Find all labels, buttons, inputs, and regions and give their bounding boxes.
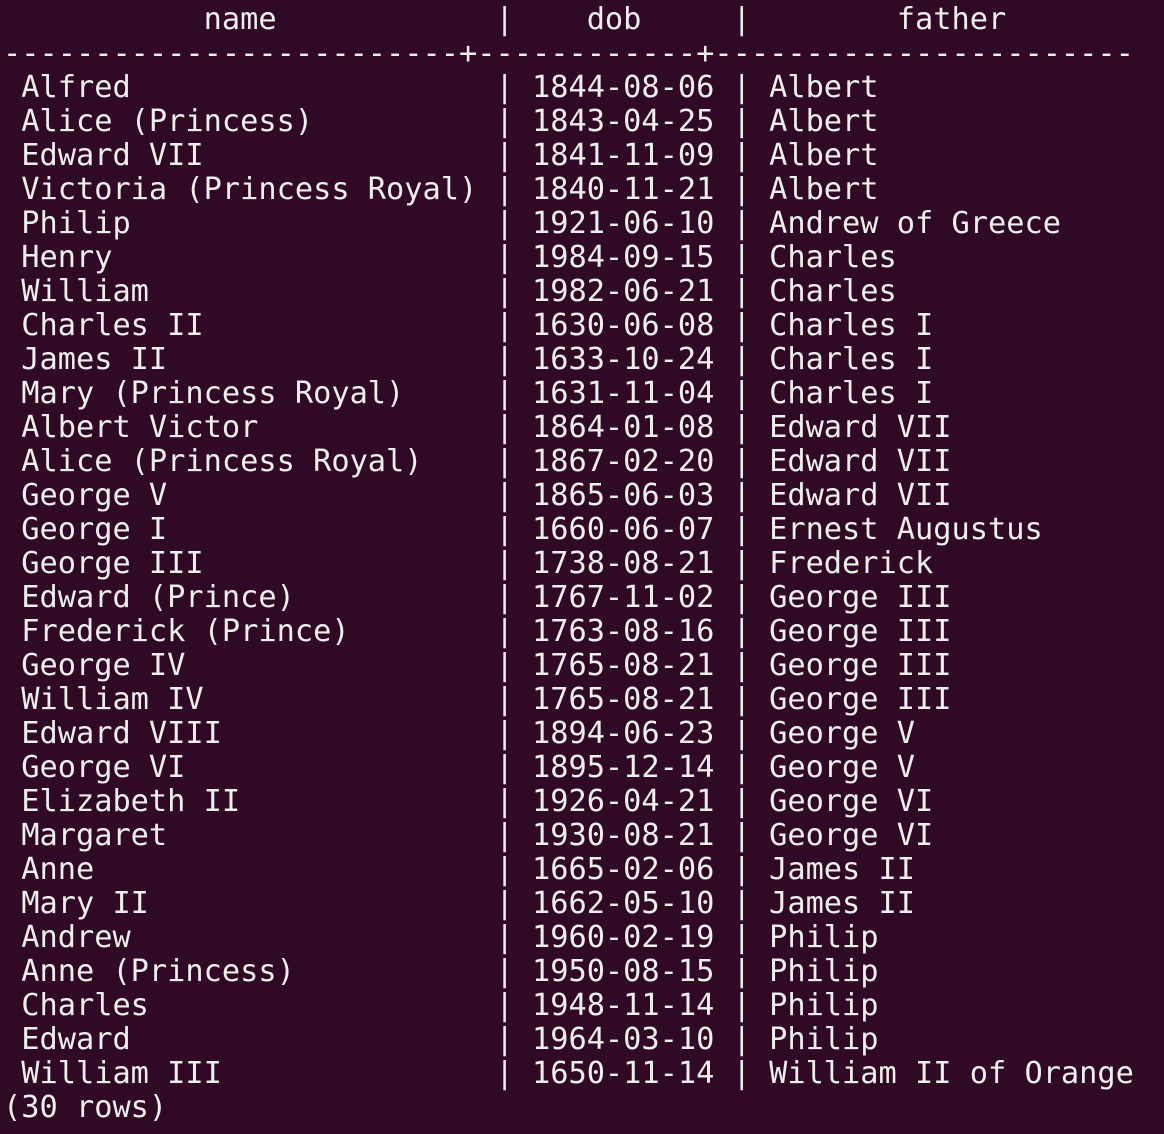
- table-row: Edward (Prince) | 1767-11-02 | George II…: [3, 580, 952, 615]
- table-row: Henry | 1984-09-15 | Charles: [3, 240, 897, 275]
- table-row: Andrew | 1960-02-19 | Philip: [3, 920, 879, 955]
- terminal-output[interactable]: name | dob | father --------------------…: [3, 3, 1163, 1125]
- table-row: Charles II | 1630-06-08 | Charles I: [3, 308, 934, 343]
- row-count: (30 rows): [3, 1090, 168, 1125]
- table-row: James II | 1633-10-24 | Charles I: [3, 342, 934, 377]
- table-row: William III | 1650-11-14 | William II of…: [3, 1056, 1134, 1091]
- table-row: Mary II | 1662-05-10 | James II: [3, 886, 916, 921]
- table-row: Edward VII | 1841-11-09 | Albert: [3, 138, 879, 173]
- table-row: Philip | 1921-06-10 | Andrew of Greece: [3, 206, 1061, 241]
- table-row: Alice (Princess Royal) | 1867-02-20 | Ed…: [3, 444, 952, 479]
- table-row: Victoria (Princess Royal) | 1840-11-21 |…: [3, 172, 879, 207]
- table-separator: -------------------------+------------+-…: [3, 36, 1134, 71]
- table-row: George III | 1738-08-21 | Frederick: [3, 546, 934, 581]
- table-row: Frederick (Prince) | 1763-08-16 | George…: [3, 614, 952, 649]
- table-row: Alice (Princess) | 1843-04-25 | Albert: [3, 104, 879, 139]
- table-row: Margaret | 1930-08-21 | George VI: [3, 818, 934, 853]
- table-row: Charles | 1948-11-14 | Philip: [3, 988, 879, 1023]
- table-row: George IV | 1765-08-21 | George III: [3, 648, 952, 683]
- table-header: name | dob | father: [3, 2, 1153, 37]
- table-row: George V | 1865-06-03 | Edward VII: [3, 478, 952, 513]
- table-row: William | 1982-06-21 | Charles: [3, 274, 897, 309]
- table-row: Edward VIII | 1894-06-23 | George V: [3, 716, 916, 751]
- table-row: Edward | 1964-03-10 | Philip: [3, 1022, 879, 1057]
- table-row: William IV | 1765-08-21 | George III: [3, 682, 952, 717]
- table-row: Anne (Princess) | 1950-08-15 | Philip: [3, 954, 879, 989]
- table-row: Albert Victor | 1864-01-08 | Edward VII: [3, 410, 952, 445]
- table-row: Alfred | 1844-08-06 | Albert: [3, 70, 879, 105]
- table-row: Anne | 1665-02-06 | James II: [3, 852, 916, 887]
- table-row: Mary (Princess Royal) | 1631-11-04 | Cha…: [3, 376, 934, 411]
- table-row: George I | 1660-06-07 | Ernest Augustus: [3, 512, 1043, 547]
- table-body: Alfred | 1844-08-06 | Albert Alice (Prin…: [3, 71, 1163, 1091]
- table-row: Elizabeth II | 1926-04-21 | George VI: [3, 784, 934, 819]
- table-row: George VI | 1895-12-14 | George V: [3, 750, 916, 785]
